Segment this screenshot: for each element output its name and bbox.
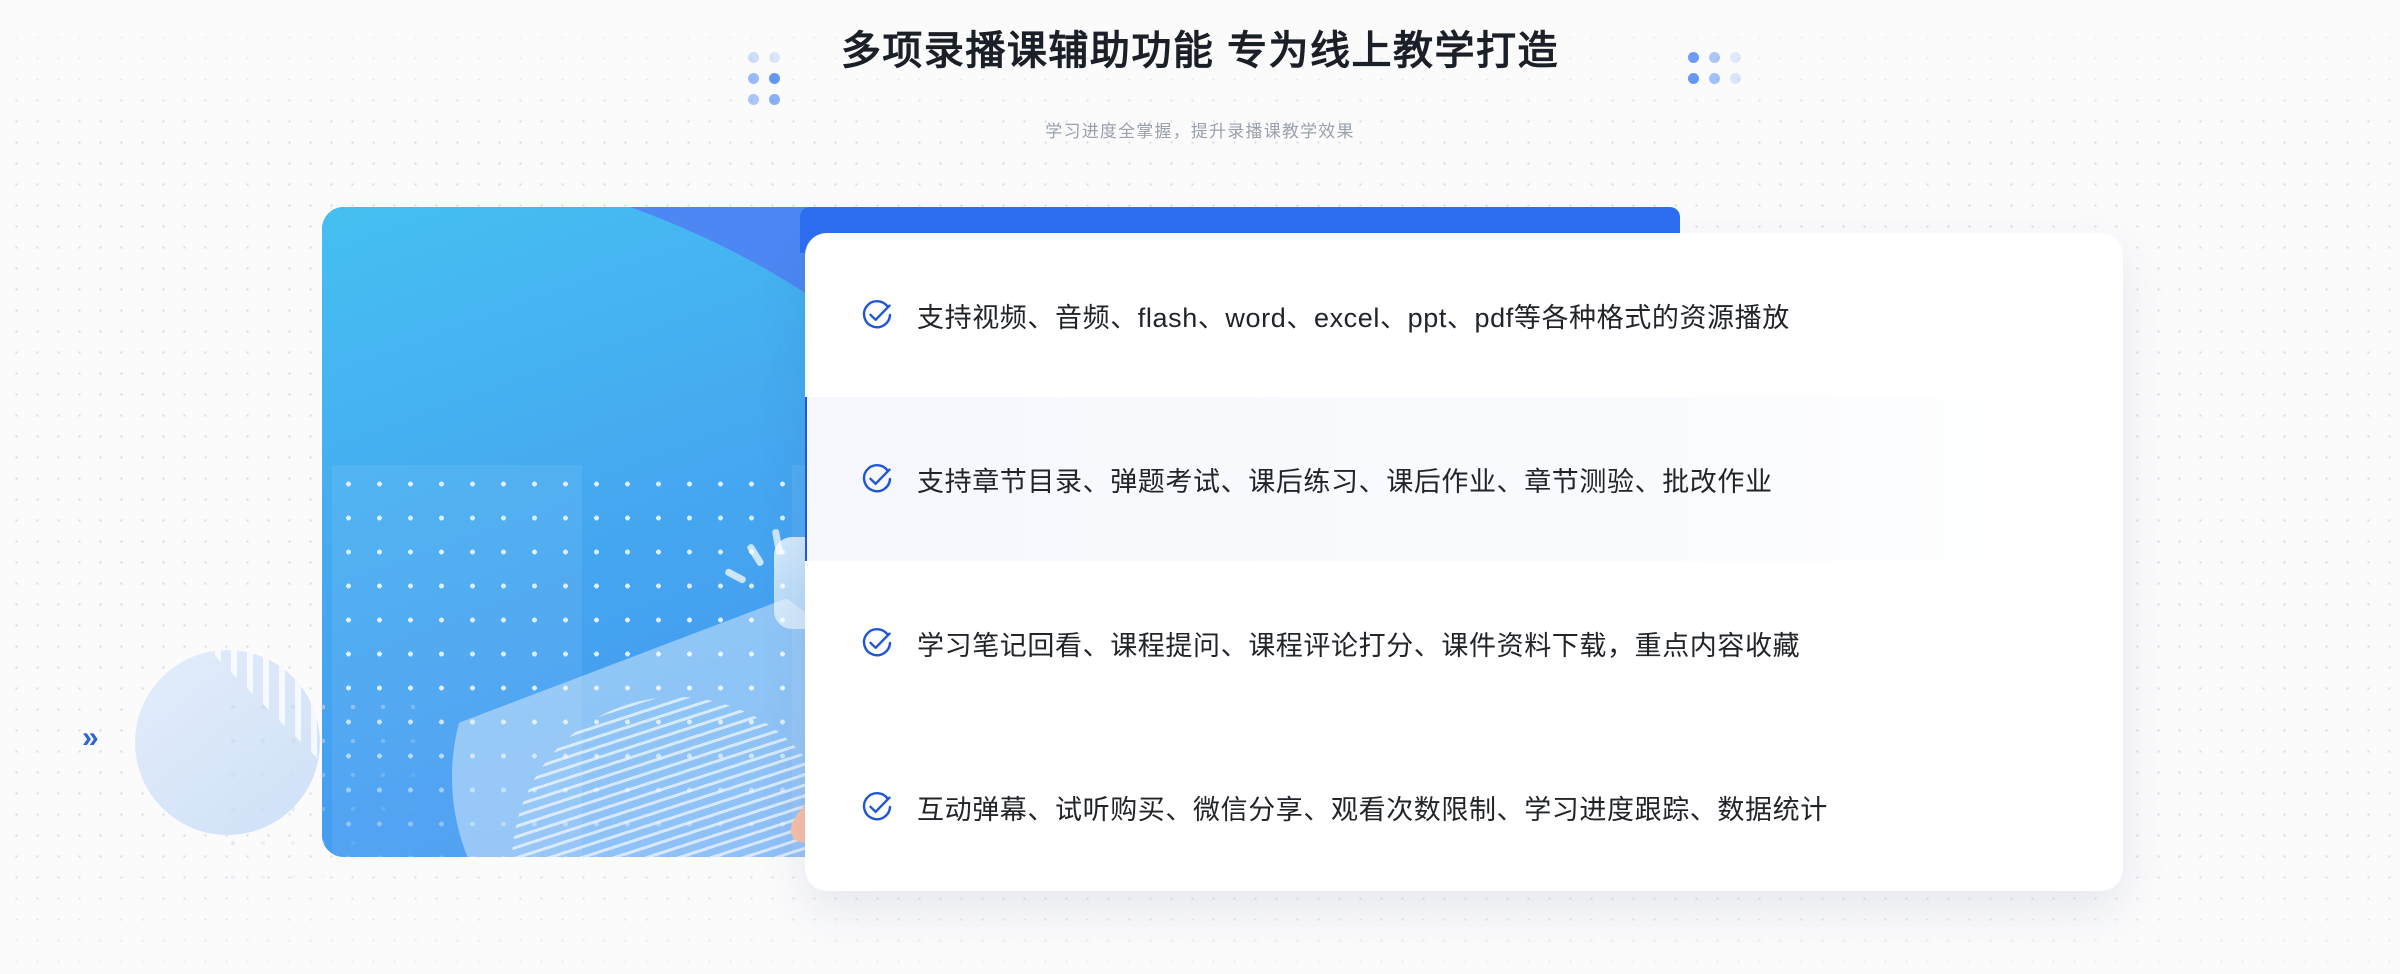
page-title: 多项录播课辅助功能 专为线上教学打造 <box>840 29 1560 73</box>
feature-row[interactable]: 学习笔记回看、课程提问、课程评论打分、课件资料下载，重点内容收藏 <box>805 561 2123 725</box>
page-header: 多项录播课辅助功能 专为线上教学打造 学习进度全掌握，提升录播课教学效果 <box>0 0 2400 160</box>
dot-field-decoration <box>218 690 418 880</box>
feature-row-active[interactable]: 支持章节目录、弹题考试、课后练习、课后作业、章节测验、批改作业 <box>805 397 2123 561</box>
feature-row[interactable]: 支持视频、音频、flash、word、excel、ppt、pdf等各种格式的资源… <box>805 233 2123 397</box>
feature-text: 学习笔记回看、课程提问、课程评论打分、课件资料下载，重点内容收藏 <box>917 630 1801 661</box>
feature-row[interactable]: 互动弹幕、试听购买、微信分享、观看次数限制、学习进度跟踪、数据统计 <box>805 725 2123 889</box>
check-circle-icon <box>860 298 894 332</box>
chevron-double-right-icon: » <box>82 721 99 754</box>
feature-text: 互动弹幕、试听购买、微信分享、观看次数限制、学习进度跟踪、数据统计 <box>917 794 1828 825</box>
check-circle-icon <box>860 462 894 496</box>
feature-text: 支持视频、音频、flash、word、excel、ppt、pdf等各种格式的资源… <box>917 302 1790 333</box>
check-circle-icon <box>860 790 894 824</box>
feature-text: 支持章节目录、弹题考试、课后练习、课后作业、章节测验、批改作业 <box>917 466 1773 497</box>
active-row-marker <box>805 397 807 561</box>
feature-card: 支持视频、音频、flash、word、excel、ppt、pdf等各种格式的资源… <box>805 233 2123 891</box>
page-subtitle: 学习进度全掌握，提升录播课教学效果 <box>1045 122 1355 141</box>
check-circle-icon <box>860 626 894 660</box>
